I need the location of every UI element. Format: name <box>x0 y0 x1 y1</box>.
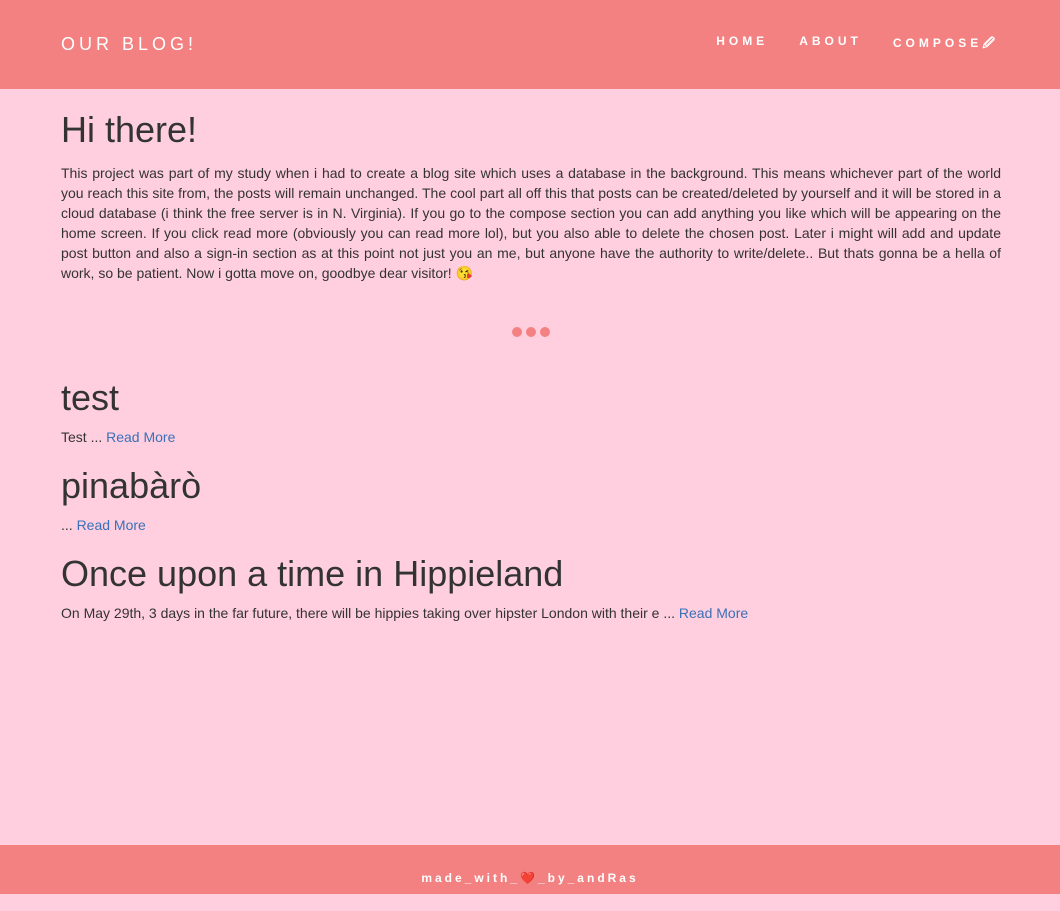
post-excerpt: On May 29th, 3 days in the far future, t… <box>61 605 679 621</box>
post-title: pinabàrò <box>61 465 202 506</box>
post-excerpt: Test ... <box>61 429 107 445</box>
footer: made_with_❤️_by_andRas <box>0 845 1060 894</box>
read-more-link[interactable]: Read More <box>679 605 748 621</box>
nav-compose[interactable]: COMPOSE🖉 <box>893 34 999 55</box>
navbar: OUR BLOG! HOME ABOUT COMPOSE🖉 <box>0 0 1060 89</box>
post-excerpt: ... <box>61 517 77 533</box>
brand-logo[interactable]: OUR BLOG! <box>61 34 197 55</box>
post-item: pinabàrò ... Read More <box>61 465 1001 533</box>
post-title: Once upon a time in Hippieland <box>61 553 564 594</box>
intro-text: This project was part of my study when i… <box>61 165 1001 281</box>
nav-about[interactable]: ABOUT <box>799 34 862 55</box>
post-item: test Test ... Read More <box>61 377 1001 445</box>
divider-dots <box>61 327 1001 337</box>
page-title: Hi there! <box>61 109 198 150</box>
nav-home[interactable]: HOME <box>716 34 768 55</box>
read-more-link[interactable]: Read More <box>106 429 175 445</box>
read-more-link[interactable]: Read More <box>77 517 146 533</box>
post-title: test <box>61 377 120 418</box>
post-item: Once upon a time in Hippieland On May 29… <box>61 553 1001 621</box>
